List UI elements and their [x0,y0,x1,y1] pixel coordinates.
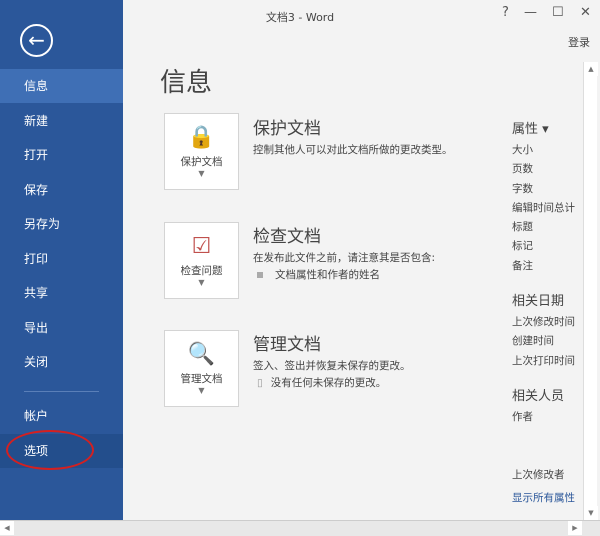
horizontal-scrollbar[interactable]: ◀ ▶ [0,520,600,536]
section-title: 管理文档 [253,335,321,355]
sidebar-item-save[interactable]: 保存 [0,173,123,207]
vertical-scrollbar[interactable]: ▲ ▼ [583,62,598,520]
lock-key-icon: 🔒 [187,125,216,150]
prop-last-printed: 上次打印时间 [512,354,575,367]
prop-author: 作者 [512,410,533,423]
button-label: 保护文档 [180,156,223,168]
sidebar-item-new[interactable]: 新建 [0,104,123,138]
backstage-sidebar: ← 信息 新建 打开 保存 另存为 打印 共享 导出 关闭 帐户 选项 [0,0,123,520]
section-title: 保护文档 [253,119,321,139]
button-label: 检查问题 [180,265,223,277]
sidebar-item-close[interactable]: 关闭 [0,345,123,379]
sidebar-item-options[interactable]: 选项 [0,434,123,468]
close-button[interactable]: ✕ [580,5,591,20]
window-title: 文档3 - Word [265,11,335,24]
check-issues-button[interactable]: ☑ 检查问题 ▼ [164,222,239,299]
prop-pages: 页数 [512,163,533,176]
page-title: 信息 [160,68,213,98]
arrow-left-icon: ← [28,28,45,52]
sidebar-item-save-as[interactable]: 另存为 [0,207,123,241]
scroll-down-icon[interactable]: ▼ [584,506,598,520]
document-icon: ▯ [257,377,263,389]
login-link[interactable]: 登录 [568,34,590,50]
prop-edit-time: 编辑时间总计 [512,201,575,214]
prop-words: 字数 [512,182,533,195]
sidebar-item-export[interactable]: 导出 [0,311,123,345]
prop-created: 创建时间 [512,335,554,348]
properties-panel: 属性 ▾ 大小 页数 字数 编辑时间总计 标题 标记 备注 相关日期 上次修改时… [512,118,575,508]
sidebar-item-print[interactable]: 打印 [0,242,123,276]
minimize-button[interactable]: — [524,5,537,20]
chevron-down-icon: ▼ [198,386,205,395]
chevron-down-icon: ▼ [198,278,205,287]
back-button[interactable]: ← [20,24,53,57]
sidebar-item-open[interactable]: 打开 [0,138,123,172]
prop-comments: 备注 [512,259,533,272]
prop-tags: 标记 [512,240,533,253]
section-desc: 控制其他人可以对此文档所做的更改类型。 [253,144,453,156]
prop-last-modified: 上次修改时间 [512,316,575,329]
sidebar-item-account[interactable]: 帐户 [0,399,123,433]
section-desc: 在发布此文件之前，请注意其是否包含: [253,252,436,264]
protect-document-button[interactable]: 🔒 保护文档 ▼ [164,113,239,190]
properties-header[interactable]: 属性 ▾ [512,118,575,137]
scroll-up-icon[interactable]: ▲ [584,62,598,76]
button-label: 管理文档 [180,373,223,385]
maximize-button[interactable]: ☐ [552,5,564,20]
people-header: 相关人员 [512,388,565,404]
inspect-document-icon: ☑ [191,234,212,259]
sidebar-item-info[interactable]: 信息 [0,69,123,103]
help-button[interactable]: ? [502,5,509,20]
prop-last-modified-by: 上次修改者 [512,469,565,482]
section-title: 检查文档 [253,227,321,247]
bullet-icon [257,272,263,278]
sidebar-divider [24,391,99,392]
dates-header: 相关日期 [512,294,565,310]
show-all-properties-link[interactable]: 显示所有属性 [512,489,575,508]
chevron-down-icon: ▼ [198,169,205,178]
prop-title: 标题 [512,221,533,234]
sidebar-item-share[interactable]: 共享 [0,276,123,310]
manage-document-button[interactable]: 🔍 管理文档 ▼ [164,330,239,407]
section-desc: 签入、签出并恢复未保存的更改。 [253,360,411,372]
bullet-text: 没有任何未保存的更改。 [270,377,387,389]
prop-size: 大小 [512,144,533,156]
bullet-text: 文档属性和作者的姓名 [275,269,380,281]
scroll-right-icon[interactable]: ▶ [568,521,582,535]
scroll-left-icon[interactable]: ◀ [0,521,14,535]
manage-document-icon: 🔍 [187,342,216,367]
